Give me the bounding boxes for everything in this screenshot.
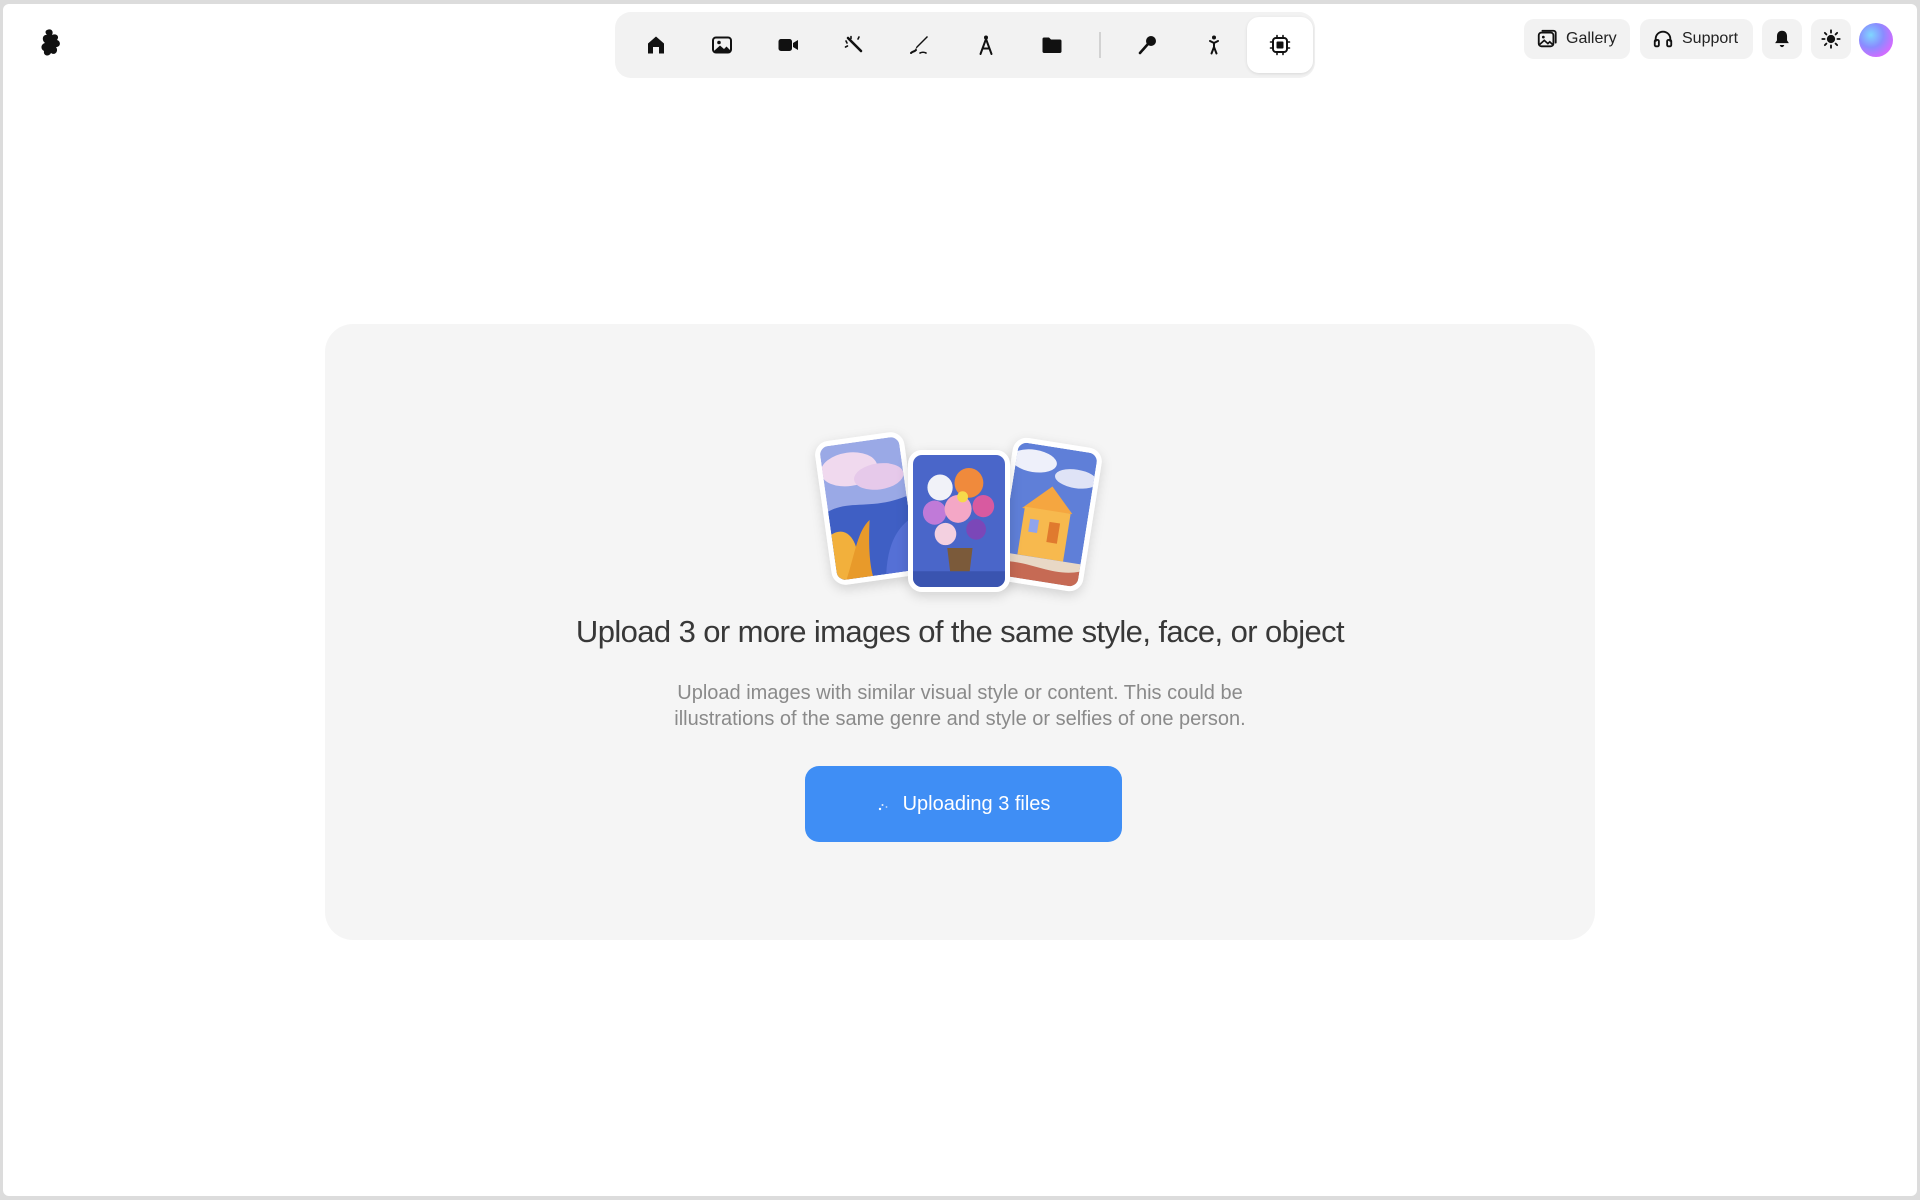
- upload-dropzone[interactable]: Upload 3 or more images of the same styl…: [325, 324, 1595, 940]
- main-toolbar: [615, 12, 1315, 78]
- upload-button-label: Uploading 3 files: [902, 792, 1051, 815]
- gallery-icon: [1537, 29, 1557, 48]
- nav-enhance[interactable]: [821, 17, 887, 73]
- nav-pose[interactable]: [1181, 17, 1247, 73]
- home-icon: [648, 36, 664, 54]
- magic-wand-icon: [844, 35, 863, 53]
- nav-video[interactable]: [755, 17, 821, 73]
- gallery-button[interactable]: Gallery: [1524, 19, 1630, 59]
- example-image-flowers: [908, 450, 1010, 592]
- user-avatar[interactable]: [1859, 23, 1893, 57]
- figure-pose-icon: [1209, 35, 1219, 55]
- loading-spinner-icon: [878, 804, 887, 811]
- nav-image[interactable]: [689, 17, 755, 73]
- app-logo[interactable]: [41, 28, 65, 58]
- nav-draw[interactable]: [887, 17, 953, 73]
- nav-folder[interactable]: [1019, 17, 1085, 73]
- toolbar-divider: [1099, 32, 1101, 58]
- upload-description: Upload images with similar visual style …: [674, 682, 1246, 730]
- folder-icon: [1042, 37, 1062, 53]
- nav-design[interactable]: [953, 17, 1019, 73]
- example-thumbnails: [813, 430, 1104, 606]
- sun-icon: [1821, 29, 1841, 49]
- bell-icon: [1775, 30, 1789, 48]
- blob-logo-icon: [41, 29, 60, 56]
- headphones-icon: [1653, 30, 1673, 48]
- upload-title: Upload 3 or more images of the same styl…: [575, 614, 1345, 649]
- microphone-icon: [1138, 36, 1156, 55]
- nav-voice[interactable]: [1115, 17, 1181, 73]
- pen-brush-icon: [910, 36, 928, 54]
- support-label: Support: [1682, 30, 1739, 47]
- video-camera-icon: [778, 39, 798, 51]
- upload-button[interactable]: Uploading 3 files: [805, 766, 1122, 842]
- nav-training[interactable]: [1247, 17, 1313, 73]
- theme-toggle-button[interactable]: [1811, 19, 1851, 59]
- example-image-landscape: [813, 430, 923, 587]
- support-button[interactable]: Support: [1640, 19, 1753, 59]
- chip-train-icon: [1269, 34, 1291, 56]
- compass-draw-icon: [979, 35, 993, 55]
- notifications-button[interactable]: [1762, 19, 1802, 59]
- image-icon: [712, 36, 732, 54]
- app-window: Gallery Support Upload 3 or more images …: [3, 4, 1917, 1196]
- nav-home[interactable]: [623, 17, 689, 73]
- gallery-label: Gallery: [1566, 30, 1617, 47]
